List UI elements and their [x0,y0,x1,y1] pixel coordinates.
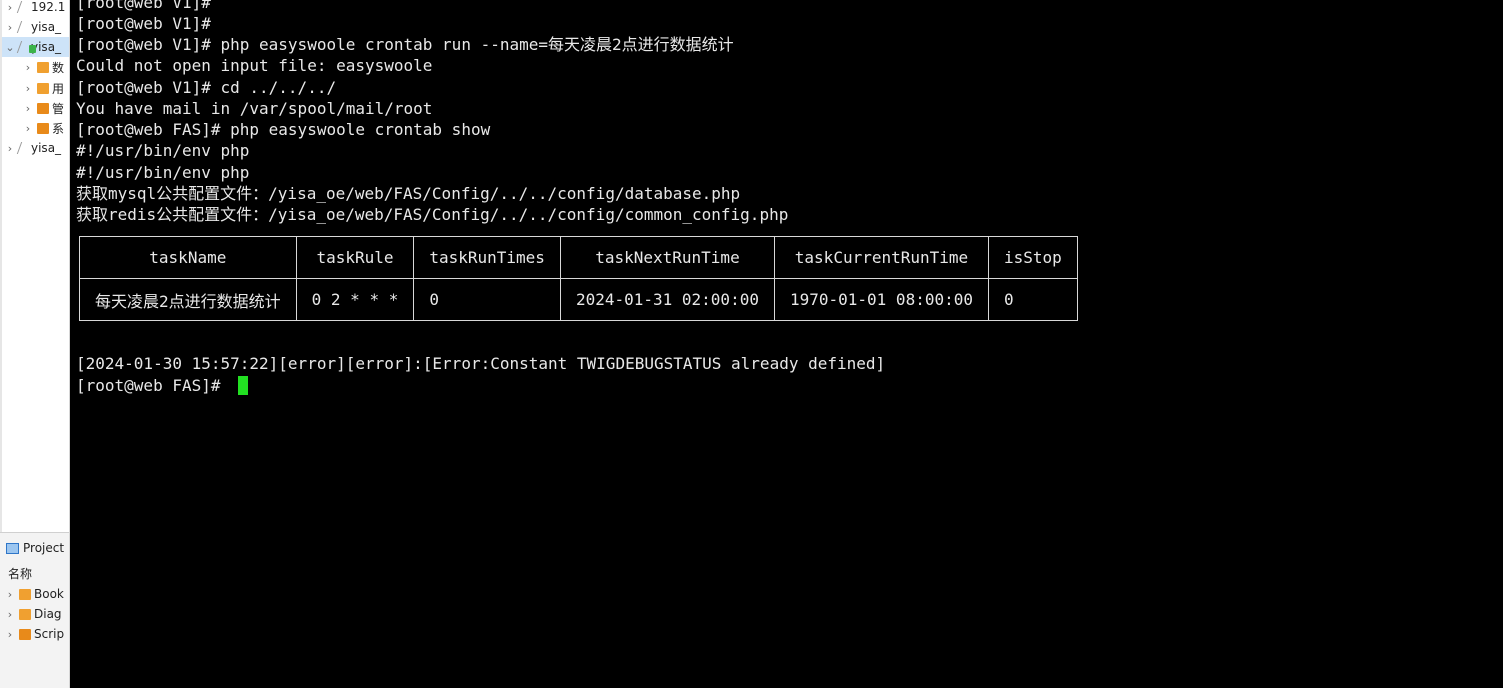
column-header: isStop [988,236,1078,279]
table-cell: 0 2 * * * [295,278,415,321]
table-folder-icon [37,61,49,73]
project-item-diagrams[interactable]: › Diag [4,607,62,621]
column-header: taskRunTimes [413,236,561,279]
table-cell: 0 [988,278,1078,321]
column-header: taskCurrentRunTime [773,236,990,279]
tree-item-connection-4[interactable]: › yisa_ [4,138,61,158]
table-header-row: taskName taskRule taskRunTimes taskNextR… [79,236,1078,279]
project-item-scripts[interactable]: › Scrip [4,627,64,641]
diagram-icon [19,608,31,620]
connection-icon [16,142,31,154]
tree-item-users[interactable]: › 用 [22,78,64,98]
tree-item-label: 用 [52,81,65,96]
user-folder-icon [37,82,49,94]
chevron-right-icon[interactable]: › [22,82,34,95]
terminal-line: [root@web V1]# php easyswoole crontab ru… [76,35,734,54]
chevron-right-icon[interactable]: › [4,608,16,621]
column-header: taskName [79,236,297,279]
project-panel: Project 名称 › Book › Diag › Scrip [0,532,69,688]
tree-item-label: 系 [52,121,65,136]
terminal-line: You have mail in /var/spool/mail/root [76,99,433,118]
project-panel-title: Project [23,541,65,555]
tree-item-connection-3[interactable]: ⌄ yisa_ [2,37,69,57]
table-cell: 2024-01-31 02:00:00 [559,278,775,321]
navigator-sidebar: › 192.1 › yisa_ ⌄ yisa_ › 数 › 用 › 管 › 系 … [0,0,70,688]
name-column-header[interactable]: 名称 [8,565,32,582]
chevron-right-icon[interactable]: › [4,142,16,155]
project-panel-tab[interactable]: Project [6,541,64,555]
column-header: taskRule [295,236,415,279]
tree-item-label: yisa_ [31,20,62,34]
tree-item-admin[interactable]: › 管 [22,98,64,118]
chevron-right-icon[interactable]: › [4,628,16,641]
terminal-line: 获取mysql公共配置文件：/yisa_oe/web/FAS/Config/..… [76,184,741,203]
column-header: taskNextRunTime [559,236,775,279]
chevron-right-icon[interactable]: › [4,588,16,601]
table-cell: 0 [413,278,561,321]
bookmark-icon [19,588,31,600]
crontab-table: taskName taskRule taskRunTimes taskNextR… [79,236,1078,321]
connected-status-icon [29,45,36,53]
script-icon [19,628,31,640]
tree-item-label: 192.1 [31,0,66,14]
project-item-label: Book [34,587,64,601]
tree-item-system[interactable]: › 系 [22,118,64,138]
tree-item-connection-2[interactable]: › yisa_ [4,17,61,37]
tree-item-label: yisa_ [31,141,62,155]
table-row: 每天凌晨2点进行数据统计 0 2 * * * 0 2024-01-31 02:0… [79,278,1078,321]
terminal-line: [root@web FAS]# php easyswoole crontab s… [76,120,491,139]
terminal-line: [root@web V1]# [76,14,211,33]
project-item-label: Diag [34,607,62,621]
tree-item-connection-1[interactable]: › 192.1 [4,0,66,17]
terminal-window[interactable]: [root@web V1]# [root@web V1]# [root@web … [70,0,1503,688]
chevron-right-icon[interactable]: › [22,122,34,135]
terminal-line: [root@web V1]# cd ../../../ [76,78,337,97]
system-info-icon [37,122,49,134]
tree-item-label: 管 [52,101,65,116]
chevron-right-icon[interactable]: › [4,21,16,34]
terminal-line: 获取redis公共配置文件：/yisa_oe/web/FAS/Config/..… [76,205,789,224]
tree-item-database[interactable]: › 数 [22,57,64,77]
shell-prompt: [root@web FAS]# [76,376,231,395]
table-cell: 每天凌晨2点进行数据统计 [79,278,297,321]
project-item-label: Scrip [34,627,65,641]
chevron-right-icon[interactable]: › [4,1,16,14]
terminal-cursor[interactable] [238,376,248,395]
chevron-right-icon[interactable]: › [22,61,34,74]
admin-folder-icon [37,102,49,114]
error-line: [2024-01-30 15:57:22][error][error]:[Err… [76,354,886,373]
table-cell: 1970-01-01 08:00:00 [773,278,990,321]
chevron-right-icon[interactable]: › [22,102,34,115]
terminal-line: #!/usr/bin/env php [76,163,250,182]
terminal-line: #!/usr/bin/env php [76,141,250,160]
terminal-line: [root@web V1]# [76,0,211,12]
tree-item-label: 数 [52,60,65,75]
project-item-bookmarks[interactable]: › Book [4,587,64,601]
project-icon [6,542,19,554]
connection-icon [16,21,31,33]
terminal-line: Could not open input file: easyswoole [76,56,433,75]
chevron-down-icon[interactable]: ⌄ [4,41,16,54]
connection-icon [16,1,31,13]
